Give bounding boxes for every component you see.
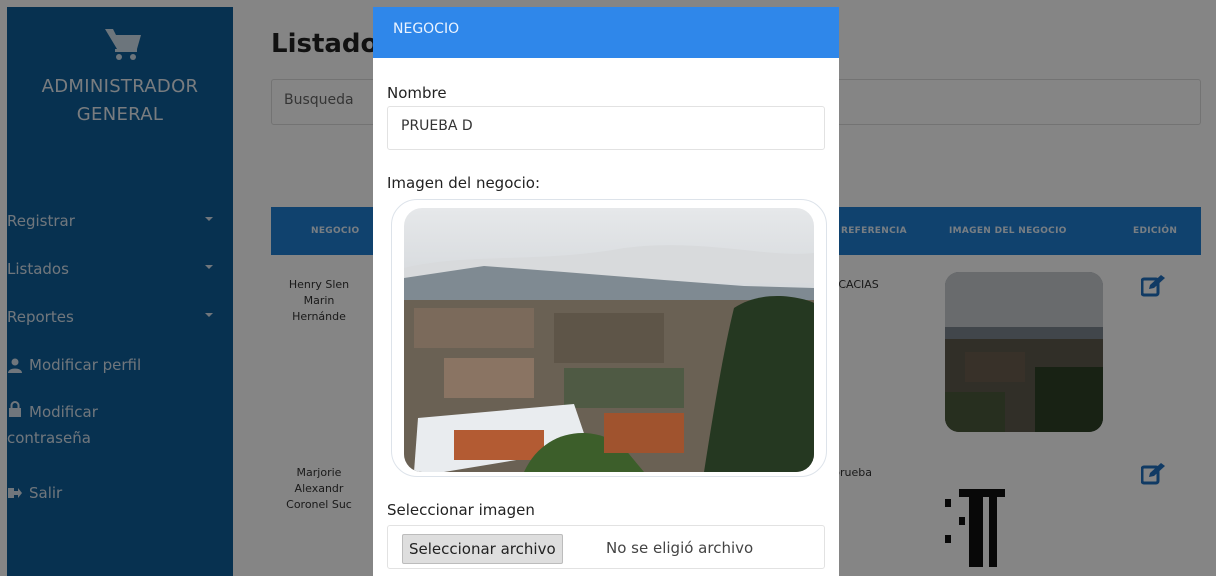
city-landscape-image <box>404 208 814 472</box>
select-image-label: Seleccionar imagen <box>387 501 535 519</box>
modal-header: NEGOCIO <box>373 7 839 58</box>
business-image <box>404 208 814 472</box>
modal-title: NEGOCIO <box>393 21 460 37</box>
image-label: Imagen del negocio: <box>387 174 541 192</box>
name-label: Nombre <box>387 84 447 102</box>
file-status-text: No se eligió archivo <box>606 539 754 557</box>
business-modal: NEGOCIO Nombre PRUEBA D Imagen del negoc… <box>373 7 839 576</box>
app-window: ADMINISTRADOR GENERAL Registrar Listados… <box>0 0 1216 576</box>
business-image-frame <box>391 199 827 477</box>
file-input[interactable]: Seleccionar archivo No se eligió archivo <box>387 525 825 569</box>
choose-file-button[interactable]: Seleccionar archivo <box>402 534 563 564</box>
name-field[interactable]: PRUEBA D <box>387 106 825 150</box>
